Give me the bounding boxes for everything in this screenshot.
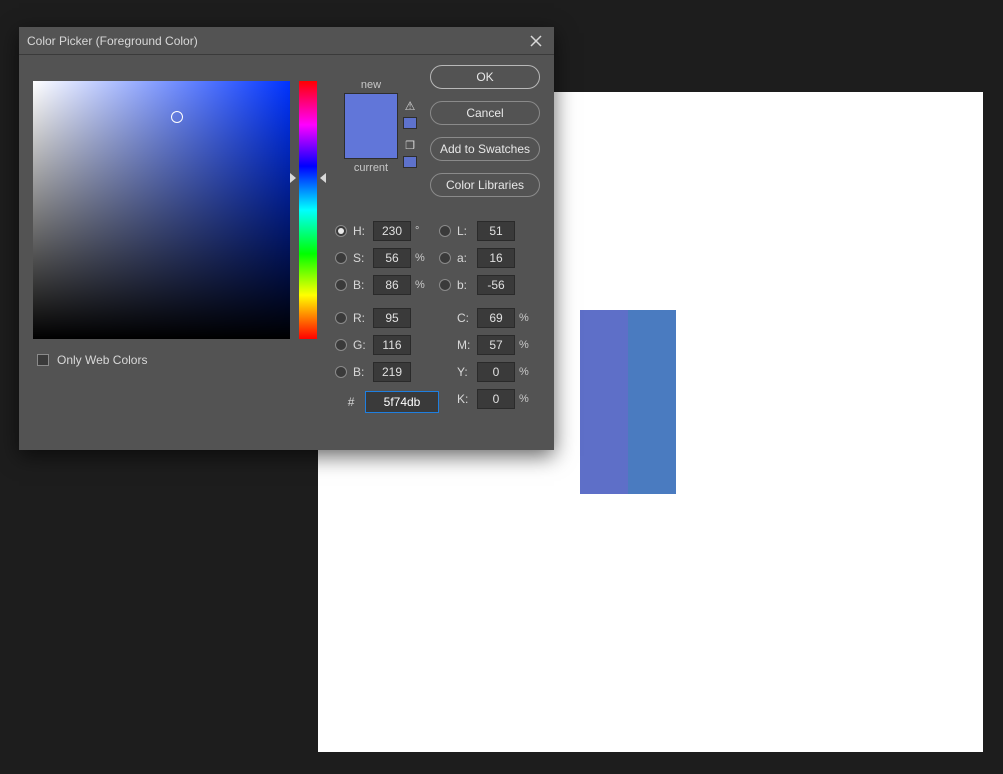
r-input[interactable] — [373, 308, 411, 328]
add-to-swatches-button[interactable]: Add to Swatches — [430, 137, 540, 161]
s-label: S: — [353, 251, 369, 265]
a-radio[interactable] — [439, 252, 451, 264]
hue-indicator-right-icon — [320, 173, 326, 183]
s-input[interactable] — [373, 248, 411, 268]
gamut-warning-icon[interactable]: ⚠ — [401, 99, 419, 113]
b-rgb-radio[interactable] — [335, 366, 347, 378]
b-lab-input[interactable] — [477, 275, 515, 295]
g-radio[interactable] — [335, 339, 347, 351]
canvas-swatch-left — [580, 310, 628, 494]
m-label: M: — [457, 338, 473, 352]
hex-prefix: # — [348, 395, 359, 409]
new-color-swatch[interactable] — [344, 93, 398, 159]
k-label: K: — [457, 392, 473, 406]
m-input[interactable] — [477, 335, 515, 355]
s-radio[interactable] — [335, 252, 347, 264]
g-label: G: — [353, 338, 369, 352]
color-picker-dialog: Color Picker (Foreground Color) new curr… — [19, 27, 554, 450]
sb-cursor-icon — [171, 111, 183, 123]
ok-button[interactable]: OK — [430, 65, 540, 89]
hue-slider[interactable] — [299, 81, 317, 339]
a-input[interactable] — [477, 248, 515, 268]
new-label: new — [335, 79, 407, 91]
b-hsb-label: B: — [353, 278, 369, 292]
websafe-swatch[interactable] — [403, 156, 417, 168]
color-preview: new current — [335, 79, 407, 174]
color-libraries-button[interactable]: Color Libraries — [430, 173, 540, 197]
s-unit: % — [415, 252, 431, 264]
close-icon — [530, 35, 542, 47]
g-input[interactable] — [373, 335, 411, 355]
hex-input[interactable] — [365, 391, 439, 413]
dialog-titlebar[interactable]: Color Picker (Foreground Color) — [19, 27, 554, 55]
b-hsb-input[interactable] — [373, 275, 411, 295]
y-label: Y: — [457, 365, 473, 379]
k-unit: % — [519, 393, 535, 405]
close-button[interactable] — [526, 31, 546, 51]
h-input[interactable] — [373, 221, 411, 241]
b-rgb-input[interactable] — [373, 362, 411, 382]
cancel-button[interactable]: Cancel — [430, 101, 540, 125]
web-colors-label: Only Web Colors — [57, 353, 147, 367]
hue-indicator-left-icon — [290, 173, 296, 183]
y-unit: % — [519, 366, 535, 378]
b-hsb-radio[interactable] — [335, 279, 347, 291]
l-radio[interactable] — [439, 225, 451, 237]
c-unit: % — [519, 312, 535, 324]
l-label: L: — [457, 224, 473, 238]
b-hsb-unit: % — [415, 279, 431, 291]
l-input[interactable] — [477, 221, 515, 241]
y-input[interactable] — [477, 362, 515, 382]
web-colors-checkbox[interactable] — [37, 354, 49, 366]
h-label: H: — [353, 224, 369, 238]
a-label: a: — [457, 251, 473, 265]
k-input[interactable] — [477, 389, 515, 409]
r-radio — [335, 312, 347, 324]
b-lab-label: b: — [457, 278, 473, 292]
c-input[interactable] — [477, 308, 515, 328]
saturation-brightness-field[interactable] — [33, 81, 290, 339]
cube-icon[interactable]: ❒ — [401, 139, 419, 152]
m-unit: % — [519, 339, 535, 351]
c-label: C: — [457, 311, 473, 325]
current-label: current — [335, 162, 407, 174]
b-rgb-label: B: — [353, 365, 369, 379]
b-lab-radio[interactable] — [439, 279, 451, 291]
gamut-swatch[interactable] — [403, 117, 417, 129]
h-radio[interactable] — [335, 225, 347, 237]
r-label: R: — [353, 311, 369, 325]
dialog-title: Color Picker (Foreground Color) — [27, 34, 526, 48]
canvas-swatch-right — [628, 310, 676, 494]
h-unit: ° — [415, 225, 431, 237]
